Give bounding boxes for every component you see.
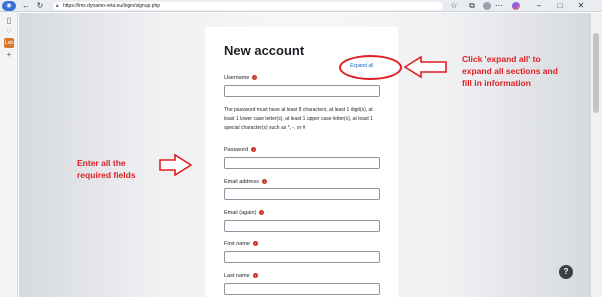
required-fields-annotation: Enter all the required fields — [77, 157, 136, 181]
annotation-line: expand all sections and — [462, 66, 558, 76]
annotation-arrows — [159, 55, 447, 177]
expand-all-annotation: Click 'expand all' to expand all section… — [462, 53, 558, 89]
help-button[interactable]: ? — [559, 265, 573, 279]
left-arrow-icon — [403, 55, 447, 79]
annotation-line: Click 'expand all' to — [462, 54, 541, 64]
right-arrow-icon — [159, 153, 193, 177]
annotation-line: fill in information — [462, 78, 531, 88]
annotation-line: required fields — [77, 170, 136, 180]
annotation-line: Enter all the — [77, 158, 126, 168]
